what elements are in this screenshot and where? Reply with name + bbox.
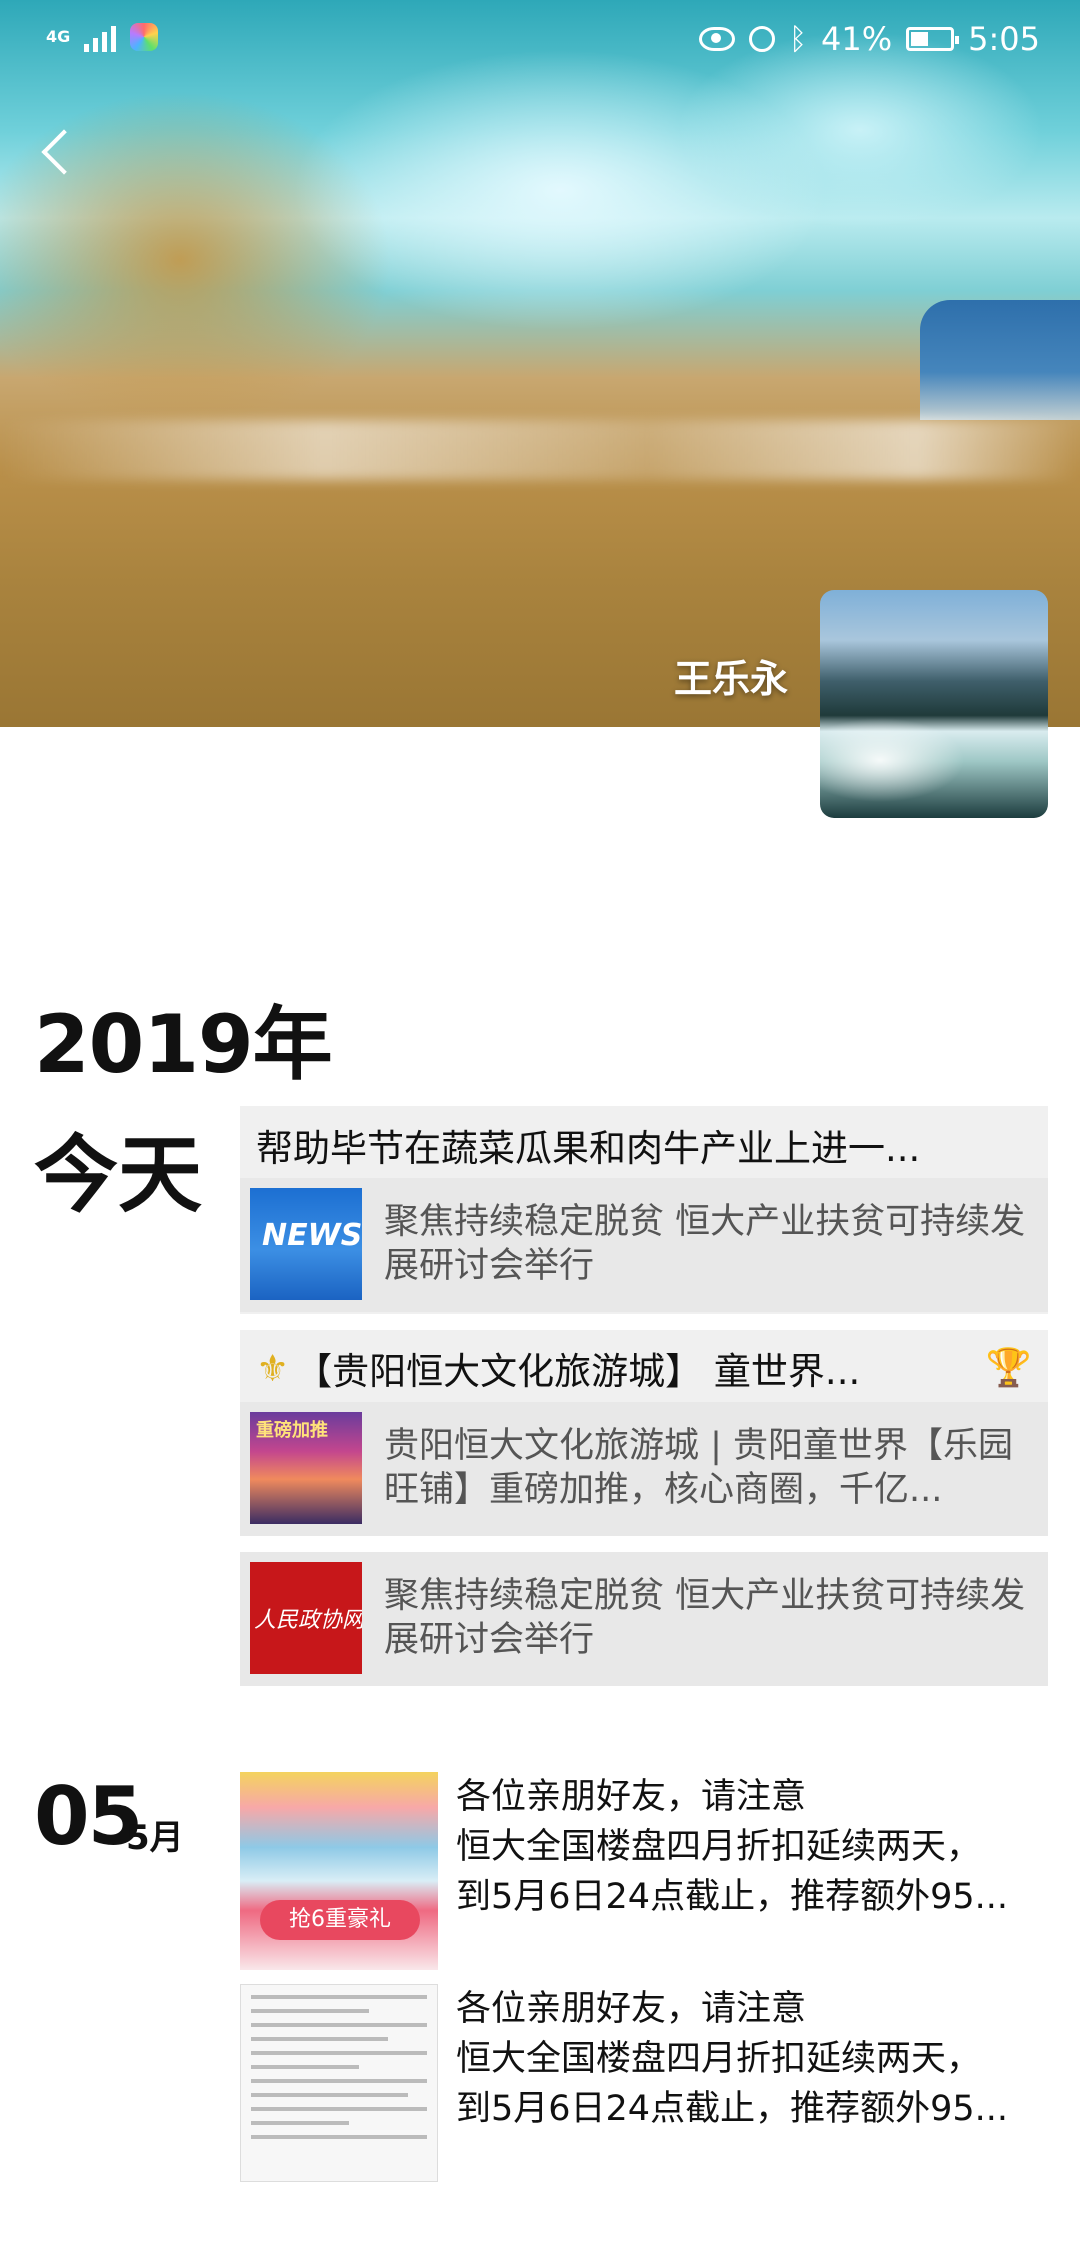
post-text: 各位亲朋好友，请注意 恒大全国楼盘四月折扣延续两天， 到5月6日24点截止，推荐… bbox=[456, 1777, 1008, 1917]
signal-icon bbox=[84, 22, 117, 52]
trophy-icon: 🏆 bbox=[985, 1346, 1032, 1389]
shared-link[interactable]: NEWS 聚焦持续稳定脱贫 恒大产业扶贫可持续发展研讨会举行 bbox=[240, 1178, 1048, 1312]
status-bar: 4G ᛒ 41% 5:05 bbox=[0, 0, 1080, 84]
link-thumbnail: 人民政协网 bbox=[250, 1562, 362, 1674]
fleur-de-lis-icon: ⚜ bbox=[256, 1346, 290, 1390]
link-description: 聚焦持续稳定脱贫 恒大产业扶贫可持续发展研讨会举行 bbox=[384, 1202, 1026, 1286]
post-text: 各位亲朋好友，请注意 恒大全国楼盘四月折扣延续两天， 到5月6日24点截止，推荐… bbox=[456, 1989, 1008, 2129]
link-description: 聚焦持续稳定脱贫 恒大产业扶贫可持续发展研讨会举行 bbox=[384, 1576, 1026, 1660]
post-image[interactable]: 抢6重豪礼 bbox=[240, 1772, 438, 1970]
network-type: 4G bbox=[46, 27, 71, 46]
date-month: 5月 bbox=[126, 1818, 184, 1858]
battery-percent: 41% bbox=[821, 20, 893, 58]
moment-card[interactable]: 帮助毕节在蔬菜瓜果和肉牛产业上进一... NEWS 聚焦持续稳定脱贫 恒大产业扶… bbox=[240, 1106, 1048, 1314]
notification-app-icon bbox=[130, 23, 159, 51]
back-button[interactable] bbox=[34, 122, 94, 182]
moment-title: 【贵阳恒大文化旅游城】 童世界... bbox=[295, 1350, 861, 1393]
link-thumbnail: 重磅加推 bbox=[250, 1412, 362, 1524]
moment-item[interactable]: 各位亲朋好友，请注意 恒大全国楼盘四月折扣延续两天， 到5月6日24点截止，推荐… bbox=[240, 1984, 1048, 2182]
clock: 5:05 bbox=[968, 20, 1040, 58]
battery-icon bbox=[906, 27, 960, 51]
cover-sky bbox=[920, 300, 1080, 420]
moment-title-row: ⚜ 【贵阳恒大文化旅游城】 童世界... 🏆 bbox=[240, 1330, 1048, 1394]
shared-link[interactable]: 重磅加推 贵阳恒大文化旅游城 | 贵阳童世界【乐园旺铺】重磅加推，核心商圈，千亿… bbox=[240, 1402, 1048, 1536]
bluetooth-icon: ᛒ bbox=[789, 21, 808, 57]
profile-name: 王乐永 bbox=[673, 657, 788, 701]
shared-link[interactable]: 人民政协网 聚焦持续稳定脱贫 恒大产业扶贫可持续发展研讨会举行 bbox=[240, 1552, 1048, 1686]
promo-badge: 抢6重豪礼 bbox=[260, 1900, 420, 1940]
post-image[interactable] bbox=[240, 1984, 438, 2182]
cover-foam bbox=[0, 420, 1080, 480]
today-label: 今天 bbox=[34, 1126, 203, 1224]
link-description: 贵阳恒大文化旅游城 | 贵阳童世界【乐园旺铺】重磅加推，核心商圈，千亿... bbox=[384, 1426, 1014, 1510]
link-thumbnail: NEWS bbox=[250, 1188, 362, 1300]
moment-item[interactable]: 抢6重豪礼 各位亲朋好友，请注意 恒大全国楼盘四月折扣延续两天， 到5月6日24… bbox=[240, 1772, 1048, 1970]
avatar[interactable] bbox=[820, 590, 1048, 818]
eye-icon bbox=[699, 27, 736, 51]
moment-card[interactable]: 人民政协网 聚焦持续稳定脱贫 恒大产业扶贫可持续发展研讨会举行 bbox=[240, 1552, 1048, 1686]
moment-card[interactable]: ⚜ 【贵阳恒大文化旅游城】 童世界... 🏆 重磅加推 贵阳恒大文化旅游城 | … bbox=[240, 1330, 1048, 1536]
moment-title: 帮助毕节在蔬菜瓜果和肉牛产业上进一... bbox=[256, 1127, 921, 1170]
alarm-icon bbox=[749, 26, 776, 52]
year-heading: 2019年 bbox=[34, 998, 333, 1091]
